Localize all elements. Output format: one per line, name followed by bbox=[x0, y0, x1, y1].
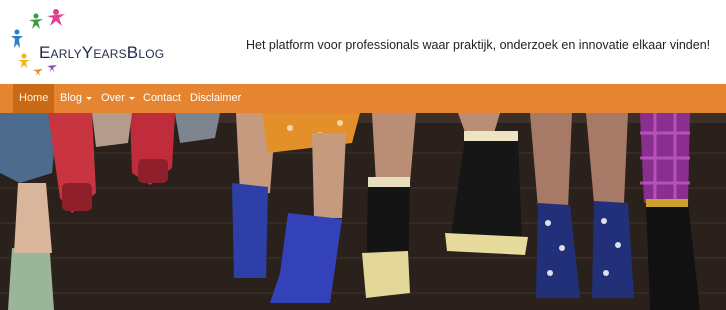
hero-image bbox=[0, 113, 726, 310]
site-header: EarlyYearsBlog Het platform voor profess… bbox=[0, 0, 726, 84]
logo-text: EarlyYearsBlog bbox=[39, 43, 165, 62]
nav-item-over[interactable]: Over bbox=[101, 84, 135, 113]
nav-item-label: Home bbox=[19, 92, 49, 104]
nav-item-home[interactable]: Home bbox=[13, 84, 55, 113]
nav-item-blog[interactable]: Blog bbox=[60, 84, 93, 113]
site-logo[interactable]: EarlyYearsBlog bbox=[8, 8, 168, 78]
hero-rainboots-illustration bbox=[0, 113, 726, 310]
nav-item-label: Blog bbox=[60, 92, 83, 104]
nav-item-label: Contact bbox=[143, 92, 181, 104]
site-tagline: Het platform voor professionals waar pra… bbox=[246, 38, 711, 52]
nav-item-disclaimer[interactable]: Disclaimer bbox=[190, 84, 241, 113]
main-navigation: Home Blog Over Contact Disclaimer bbox=[0, 84, 726, 113]
nav-item-label: Over bbox=[101, 92, 125, 104]
chevron-down-icon bbox=[128, 96, 135, 100]
nav-item-label: Disclaimer bbox=[190, 92, 242, 104]
chevron-down-icon bbox=[86, 96, 93, 100]
nav-item-contact[interactable]: Contact bbox=[143, 84, 181, 113]
